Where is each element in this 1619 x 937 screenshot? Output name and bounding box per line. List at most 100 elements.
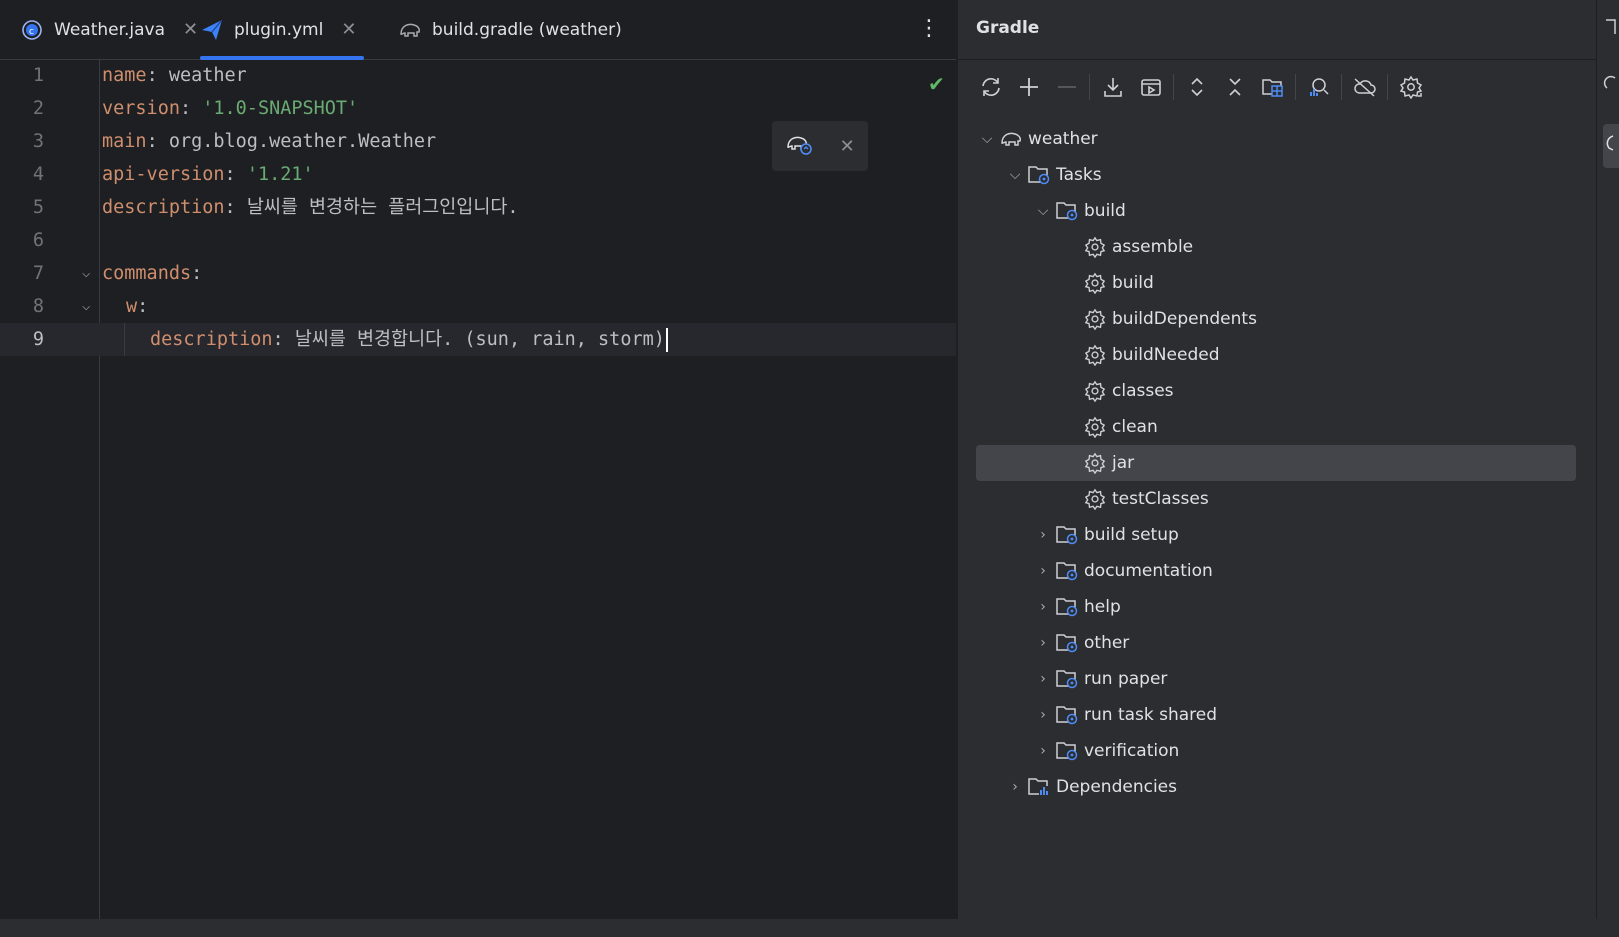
add-icon[interactable] xyxy=(1014,72,1044,102)
tree-node-other[interactable]: › other xyxy=(976,625,1619,661)
toolbar-separator xyxy=(1089,74,1090,100)
checkmark-icon[interactable]: ✔ xyxy=(928,72,945,96)
task-folder-icon xyxy=(1054,667,1080,691)
tree-node-run-paper[interactable]: › run paper xyxy=(976,661,1619,697)
gradle-elephant-icon xyxy=(398,18,422,42)
code-line: 7 ⌵ commands: xyxy=(0,257,956,290)
task-folder-icon xyxy=(1026,163,1052,187)
code-line: 1 name: weather xyxy=(0,59,956,92)
tree-node-weather[interactable]: ⌵ weather xyxy=(976,121,1576,157)
fold-chevron-icon[interactable]: ⌵ xyxy=(82,257,90,290)
gear-icon xyxy=(1082,307,1108,331)
tree-node-label: classes xyxy=(1112,381,1174,401)
tree-node-label: weather xyxy=(1028,129,1098,149)
chevron-right-icon[interactable]: › xyxy=(1032,707,1054,723)
collapse-all-icon[interactable] xyxy=(1220,72,1250,102)
tree-node-label: run task shared xyxy=(1084,705,1218,725)
close-icon[interactable]: ✕ xyxy=(341,19,356,40)
code-area[interactable]: 1 name: weather 2 version: '1.0-SNAPSHOT… xyxy=(0,59,956,919)
yaml-value: '1.0-SNAPSHOT' xyxy=(202,98,359,119)
tree-node-label: Tasks xyxy=(1056,165,1102,185)
tree-node-documentation[interactable]: › documentation xyxy=(976,553,1619,589)
tree-node-tasks[interactable]: ⌵ Tasks xyxy=(976,157,1604,193)
line-number: 4 xyxy=(32,164,44,185)
indent-guide xyxy=(124,323,125,356)
close-icon[interactable]: ✕ xyxy=(183,19,198,40)
tree-node-build-group[interactable]: ⌵ build xyxy=(976,193,1619,229)
chevron-down-icon[interactable]: ⌵ xyxy=(1032,203,1054,219)
chevron-right-icon[interactable]: › xyxy=(1032,527,1054,543)
tree-node-label: help xyxy=(1084,597,1121,617)
expand-all-icon[interactable] xyxy=(1182,72,1212,102)
chevron-right-icon[interactable]: › xyxy=(1004,779,1026,795)
chevron-down-icon[interactable]: ⌵ xyxy=(1004,167,1026,183)
chevron-right-icon[interactable]: › xyxy=(1032,563,1054,579)
task-folder-icon xyxy=(1054,595,1080,619)
yaml-value: org.blog.weather.Weather xyxy=(168,131,437,152)
tree-node-label: Dependencies xyxy=(1056,777,1177,797)
line-number: 8 xyxy=(32,296,44,317)
chevron-down-icon[interactable]: ⌵ xyxy=(976,131,998,147)
task-folder-icon xyxy=(1054,631,1080,655)
yaml-separator: : xyxy=(191,263,203,284)
tab-plugin-yml[interactable]: plugin.yml ✕ xyxy=(200,0,365,60)
database-icon[interactable] xyxy=(1603,72,1619,98)
tab-weather-java[interactable]: c Weather.java ✕ xyxy=(20,0,198,59)
toolbar-separator xyxy=(1295,74,1296,100)
task-folder-icon xyxy=(1054,559,1080,583)
task-classes[interactable]: classes xyxy=(976,373,1619,409)
task-clean[interactable]: clean xyxy=(976,409,1619,445)
gear-icon xyxy=(1082,451,1108,475)
task-testClasses[interactable]: testClasses xyxy=(976,481,1619,517)
line-number: 1 xyxy=(32,65,44,86)
chevron-right-icon[interactable]: › xyxy=(1032,743,1054,759)
more-options-icon[interactable]: ⋮ xyxy=(918,16,940,42)
editor-tab-bar: c Weather.java ✕ plugin.yml ✕ build.grad… xyxy=(0,0,956,60)
task-assemble[interactable]: assemble xyxy=(976,229,1619,265)
tree-node-run-task-shared[interactable]: › run task shared xyxy=(976,697,1619,733)
offline-mode-icon[interactable] xyxy=(1350,72,1380,102)
yaml-separator: : xyxy=(179,98,203,119)
run-config-icon[interactable] xyxy=(1136,72,1166,102)
svg-text:c: c xyxy=(29,27,34,37)
close-icon[interactable]: ✕ xyxy=(840,136,855,157)
task-buildNeeded[interactable]: buildNeeded xyxy=(976,337,1619,373)
horizontal-scrollbar[interactable] xyxy=(0,919,1619,937)
tree-node-label: clean xyxy=(1112,417,1158,437)
gradle-tool-button[interactable] xyxy=(1603,124,1619,168)
yaml-key: description xyxy=(102,197,225,218)
tree-node-verification[interactable]: › verification xyxy=(976,733,1619,769)
notifications-icon[interactable] xyxy=(1603,16,1619,42)
task-build[interactable]: build xyxy=(976,265,1619,301)
analyze-icon[interactable] xyxy=(1304,72,1334,102)
chevron-right-icon[interactable]: › xyxy=(1032,635,1054,651)
gradle-tool-window: Gradle ⌵ weather ⌵ Tasks ⌵ build assembl… xyxy=(957,0,1596,919)
tree-node-build-setup[interactable]: › build setup xyxy=(976,517,1619,553)
gear-icon xyxy=(1082,235,1108,259)
remove-icon[interactable] xyxy=(1052,72,1082,102)
chevron-right-icon[interactable]: › xyxy=(1032,599,1054,615)
divider xyxy=(958,59,1596,60)
code-line-current: 9 description: 날씨를 변경합니다. (sun, rain, st… xyxy=(0,323,956,356)
code-line: 6 xyxy=(0,224,956,257)
fold-chevron-icon[interactable]: ⌵ xyxy=(82,290,90,323)
tree-node-help[interactable]: › help xyxy=(976,589,1619,625)
tree-node-label: build setup xyxy=(1084,525,1179,545)
gear-icon xyxy=(1082,271,1108,295)
gear-icon xyxy=(1082,487,1108,511)
gradle-reload-icon[interactable] xyxy=(785,132,813,160)
yaml-separator: : xyxy=(137,296,149,317)
settings-icon[interactable] xyxy=(1396,72,1426,102)
chevron-right-icon[interactable]: › xyxy=(1032,671,1054,687)
tab-build-gradle[interactable]: build.gradle (weather) xyxy=(398,0,622,59)
toolbar-separator xyxy=(1341,74,1342,100)
task-folder-icon xyxy=(1054,739,1080,763)
task-jar[interactable]: jar xyxy=(976,445,1576,481)
reload-icon[interactable] xyxy=(976,72,1006,102)
download-icon[interactable] xyxy=(1098,72,1128,102)
tree-node-dependencies[interactable]: › Dependencies xyxy=(976,769,1604,805)
group-modules-icon[interactable] xyxy=(1258,72,1288,102)
task-buildDependents[interactable]: buildDependents xyxy=(976,301,1619,337)
code-line: 5 description: 날씨를 변경하는 플러그인입니다. xyxy=(0,191,956,224)
code-line: 8 ⌵ w: xyxy=(0,290,956,323)
